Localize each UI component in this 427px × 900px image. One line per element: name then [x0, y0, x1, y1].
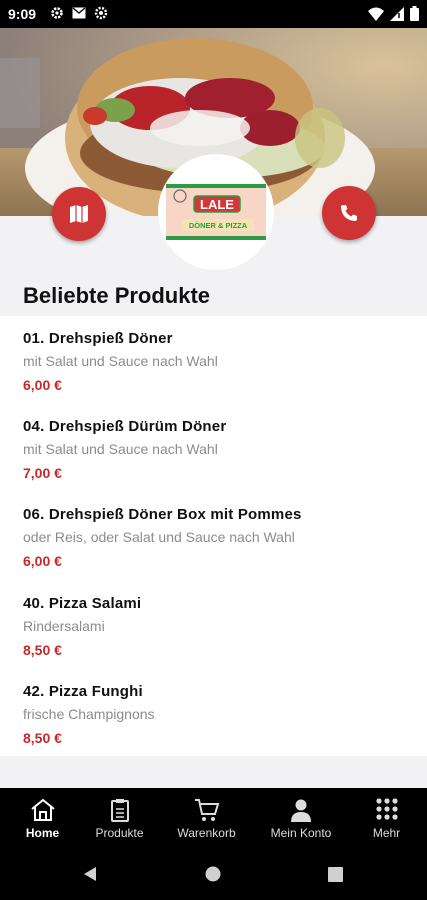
- product-price: 8,50 €: [23, 730, 62, 746]
- person-icon: [291, 799, 311, 822]
- menu-card-icon: [110, 799, 129, 822]
- section-title: Beliebte Produkte: [23, 283, 211, 308]
- product-description: oder Reis, oder Salat und Sauce nach Wah…: [23, 529, 295, 545]
- status-time: 9:09: [8, 6, 37, 22]
- bottom-nav: Home Produkte Warenkorb Mein Konto Mehr: [0, 788, 427, 846]
- signal-icon: [390, 6, 404, 21]
- product-description: Rindersalami: [23, 618, 105, 634]
- nav-cart[interactable]: Warenkorb: [164, 788, 249, 846]
- home-icon: [30, 798, 55, 821]
- product-price: 6,00 €: [23, 553, 62, 569]
- restaurant-logo: LALE DÖNER & PIZZA: [158, 154, 274, 270]
- grid-icon: [375, 798, 398, 820]
- product-item[interactable]: 01. Drehspieß Döner mit Salat und Sauce …: [23, 330, 403, 393]
- product-price: 6,00 €: [23, 377, 62, 393]
- nav-account-label: Mein Konto: [270, 826, 332, 840]
- product-name: 42. Pizza Funghi: [23, 683, 143, 700]
- product-price: 7,00 €: [23, 465, 62, 481]
- system-nav-bar: [0, 846, 427, 900]
- settings-icon: [51, 7, 63, 19]
- recents-icon[interactable]: [328, 867, 343, 882]
- nav-home[interactable]: Home: [0, 788, 85, 846]
- gear-icon: [94, 6, 108, 20]
- phone-icon: [341, 205, 357, 221]
- nav-more-label: Mehr: [372, 826, 401, 840]
- mail-icon: [72, 7, 86, 19]
- nav-products-label: Produkte: [95, 826, 144, 840]
- product-description: mit Salat und Sauce nach Wahl: [23, 441, 218, 457]
- product-name: 01. Drehspieß Döner: [23, 330, 173, 347]
- battery-icon: [410, 6, 419, 21]
- wifi-icon: [368, 7, 384, 21]
- product-item[interactable]: 42. Pizza Funghi frische Champignons 8,5…: [23, 683, 403, 746]
- product-price: 8,50 €: [23, 642, 62, 658]
- map-button[interactable]: [52, 187, 106, 241]
- lale-logo: LALE DÖNER & PIZZA: [166, 184, 266, 240]
- product-description: frische Champignons: [23, 706, 155, 722]
- status-bar: 9:09: [0, 0, 427, 28]
- home-circle-icon[interactable]: [205, 866, 221, 882]
- product-item[interactable]: 06. Drehspieß Döner Box mit Pommes oder …: [23, 506, 403, 569]
- product-list: 01. Drehspieß Döner mit Salat und Sauce …: [0, 316, 427, 756]
- nav-home-label: Home: [25, 826, 60, 840]
- nav-cart-label: Warenkorb: [177, 826, 236, 840]
- product-description: mit Salat und Sauce nach Wahl: [23, 353, 218, 369]
- map-icon: [70, 205, 88, 223]
- logo-text: LALE: [200, 197, 234, 212]
- call-button[interactable]: [322, 186, 376, 240]
- back-icon[interactable]: [82, 866, 98, 882]
- product-name: 06. Drehspieß Döner Box mit Pommes: [23, 506, 302, 523]
- nav-more[interactable]: Mehr: [346, 788, 427, 846]
- product-item[interactable]: 04. Drehspieß Dürüm Döner mit Salat und …: [23, 418, 403, 481]
- nav-account[interactable]: Mein Konto: [258, 788, 344, 846]
- logo-subtext: DÖNER & PIZZA: [189, 221, 248, 230]
- nav-products[interactable]: Produkte: [77, 788, 162, 846]
- product-name: 40. Pizza Salami: [23, 595, 142, 612]
- product-item[interactable]: 40. Pizza Salami Rindersalami 8,50 €: [23, 595, 403, 658]
- cart-icon: [194, 799, 219, 821]
- product-name: 04. Drehspieß Dürüm Döner: [23, 418, 227, 435]
